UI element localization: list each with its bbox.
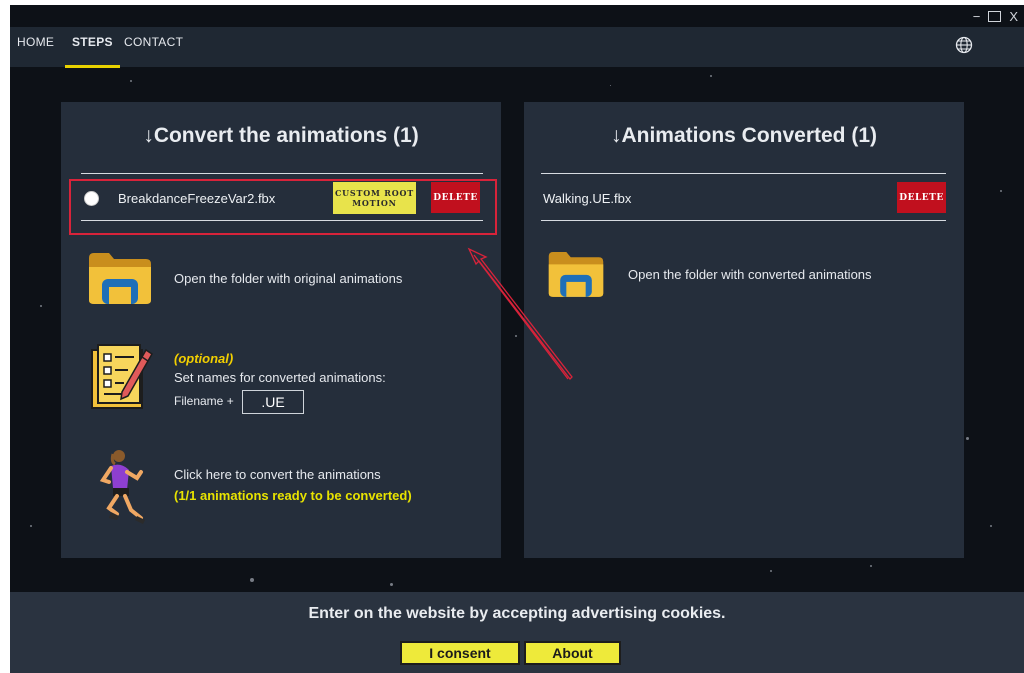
filename-suffix-input[interactable]: .UE — [242, 390, 305, 414]
minimize-button[interactable]: − — [973, 9, 981, 24]
custom-root-motion-button[interactable]: CUSTOM ROOT MOTION — [333, 182, 416, 214]
rename-section: (optional) Set names for converted anima… — [174, 349, 386, 414]
maximize-button[interactable] — [988, 10, 1002, 22]
nav-contact[interactable]: CONTACT — [124, 27, 183, 65]
star-dot — [40, 305, 42, 307]
delete-button[interactable]: DELETE — [897, 182, 946, 213]
file-select-radio[interactable] — [84, 190, 99, 206]
convert-section: Click here to convert the animations (1/… — [174, 464, 412, 506]
close-button[interactable]: X — [1009, 9, 1018, 24]
converted-panel: ↓Animations Converted (1) Walking.UE.fbx… — [524, 102, 964, 558]
star-dot — [30, 525, 32, 527]
star-dot — [1000, 190, 1002, 192]
convert-animations-link[interactable]: Click here to convert the animations — [174, 464, 412, 485]
ready-status: (1/1 animations ready to be converted) — [174, 488, 412, 503]
open-original-folder-link[interactable]: Open the folder with original animations — [174, 271, 402, 286]
star-dot — [966, 437, 969, 440]
star-dot — [390, 583, 393, 586]
star-dot — [770, 570, 772, 572]
file-name: BreakdanceFreezeVar2.fbx — [118, 190, 276, 206]
converted-panel-title: ↓Animations Converted (1) — [610, 124, 878, 147]
cookie-message: Enter on the website by accepting advert… — [308, 605, 726, 622]
star-dot — [870, 565, 872, 567]
file-row: Walking.UE.fbx DELETE — [541, 180, 956, 216]
notepad-pencil-icon — [91, 344, 153, 409]
star-dot — [250, 578, 254, 582]
about-button[interactable]: About — [524, 641, 621, 665]
cookie-banner: Enter on the website by accepting advert… — [10, 592, 1024, 673]
set-names-label: Set names for converted animations: — [174, 370, 386, 385]
open-converted-folder-link[interactable]: Open the folder with converted animation… — [628, 267, 872, 282]
divider — [541, 173, 946, 174]
folder-icon[interactable] — [87, 250, 153, 306]
optional-label: (optional) — [174, 351, 234, 366]
consent-button[interactable]: I consent — [400, 641, 520, 665]
globe-icon[interactable] — [955, 36, 973, 54]
divider — [81, 173, 483, 174]
app-window: − X HOME STEPS CONTACT ↓Convert the anim… — [10, 5, 1024, 673]
star-dot — [610, 85, 611, 86]
window-controls: − X — [973, 5, 1018, 27]
star-dot — [710, 75, 712, 77]
nav-steps[interactable]: STEPS — [65, 27, 120, 68]
folder-icon[interactable] — [547, 249, 605, 299]
divider — [81, 220, 483, 221]
delete-button[interactable]: DELETE — [431, 182, 480, 213]
file-row: BreakdanceFreezeVar2.fbx CUSTOM ROOT MOT… — [81, 180, 491, 216]
convert-panel-title: ↓Convert the animations (1) — [143, 124, 419, 147]
filename-label: Filename + — [174, 394, 234, 409]
nav-home[interactable]: HOME — [17, 27, 54, 65]
star-dot — [990, 525, 992, 527]
runner-icon[interactable] — [97, 448, 149, 528]
star-dot — [130, 80, 132, 82]
convert-panel: ↓Convert the animations (1) BreakdanceFr… — [61, 102, 501, 558]
star-dot — [515, 335, 517, 337]
divider — [541, 220, 946, 221]
top-nav: HOME STEPS CONTACT — [10, 27, 1024, 68]
file-name: Walking.UE.fbx — [543, 190, 632, 206]
